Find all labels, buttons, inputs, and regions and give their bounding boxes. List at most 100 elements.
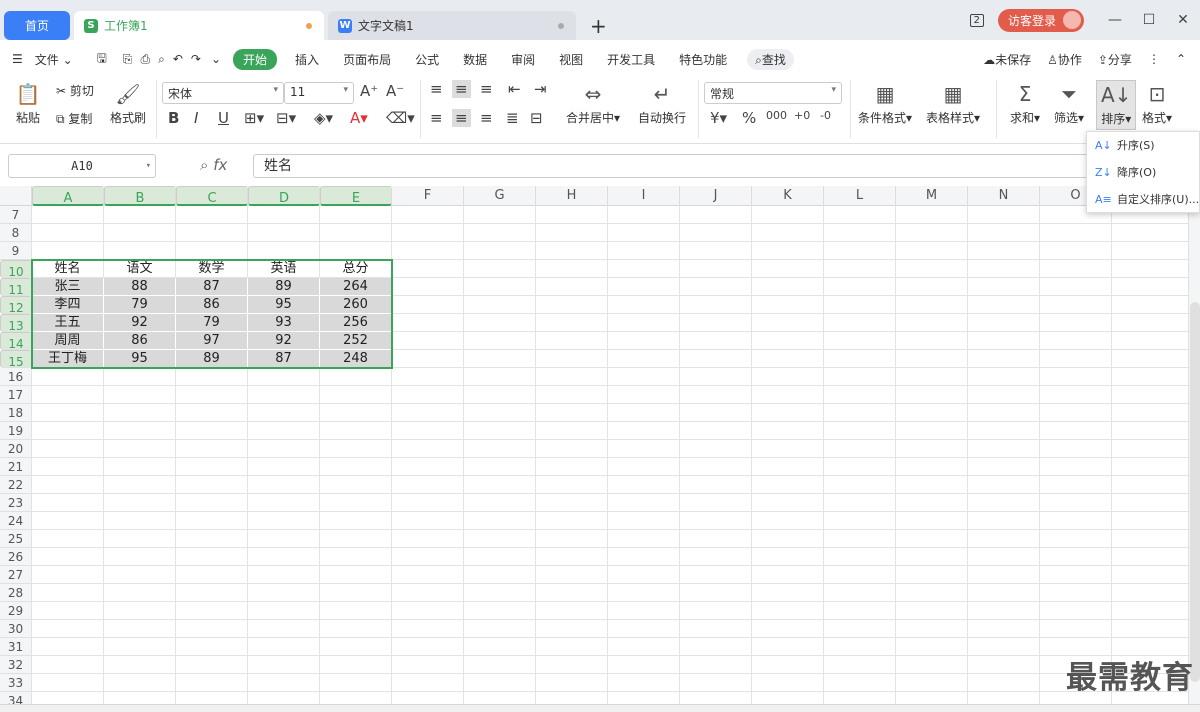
minimize-icon[interactable]: — xyxy=(1098,12,1132,28)
indent-increase-icon[interactable]: ⇥ xyxy=(534,80,547,98)
column-header-H[interactable]: H xyxy=(536,186,608,206)
fill-color-icon[interactable]: ◈▾ xyxy=(314,109,333,127)
underline-button[interactable]: U xyxy=(218,109,229,127)
row-header-13[interactable]: 13 xyxy=(0,314,32,333)
column-header-L[interactable]: L xyxy=(824,186,896,206)
table-header-cell[interactable]: 语文 xyxy=(104,260,176,278)
font-size-select[interactable]: 11 ▾ xyxy=(284,82,354,104)
unsaved-button[interactable]: ☁未保存 xyxy=(983,51,1031,68)
percent-icon[interactable]: % xyxy=(742,109,756,127)
table-cell[interactable]: 王丁梅 xyxy=(32,350,104,368)
sum-button[interactable]: Σ 求和▾ xyxy=(1010,82,1040,126)
column-header-B[interactable]: B xyxy=(104,186,176,206)
row-header-8[interactable]: 8 xyxy=(0,224,32,242)
row-header-26[interactable]: 26 xyxy=(0,548,32,566)
table-cell[interactable]: 264 xyxy=(320,278,392,296)
row-header-22[interactable]: 22 xyxy=(0,476,32,494)
border-icon[interactable]: ⊞▾ xyxy=(244,109,264,127)
table-cell[interactable]: 92 xyxy=(104,314,176,332)
justify-icon[interactable]: ≣ xyxy=(506,109,519,127)
row-header-28[interactable]: 28 xyxy=(0,584,32,602)
thousands-icon[interactable]: 000 xyxy=(766,109,787,122)
conditional-format-button[interactable]: ▦ 条件格式▾ xyxy=(858,82,912,126)
table-cell[interactable]: 248 xyxy=(320,350,392,368)
zoom-icon[interactable]: ⌕ xyxy=(200,156,208,174)
font-increase-icon[interactable]: A⁺ xyxy=(360,82,378,100)
row-header-25[interactable]: 25 xyxy=(0,530,32,548)
menu-developer[interactable]: 开发工具 xyxy=(595,51,667,68)
quick-access-dropdown-icon[interactable]: ⌄ xyxy=(205,52,227,66)
collab-button[interactable]: ♙协作 xyxy=(1047,51,1082,68)
align-right-icon[interactable]: ≡ xyxy=(480,109,493,127)
row-header-31[interactable]: 31 xyxy=(0,638,32,656)
fill-pattern-icon[interactable]: ⊟▾ xyxy=(276,109,296,127)
preview-icon[interactable]: ⌕ xyxy=(154,52,169,67)
decimal-decrease-icon[interactable]: -0 xyxy=(820,109,831,122)
bold-button[interactable]: B xyxy=(168,109,179,127)
row-header-11[interactable]: 11 xyxy=(0,278,32,297)
table-header-cell[interactable]: 姓名 xyxy=(32,260,104,278)
table-cell[interactable]: 252 xyxy=(320,332,392,350)
column-header-D[interactable]: D xyxy=(248,186,320,206)
table-cell[interactable]: 260 xyxy=(320,296,392,314)
menu-insert[interactable]: 插入 xyxy=(283,51,331,68)
table-cell[interactable]: 87 xyxy=(248,350,320,368)
menu-special[interactable]: 特色功能 xyxy=(667,51,739,68)
formula-input[interactable]: 姓名 xyxy=(253,154,1200,178)
align-left-icon[interactable]: ≡ xyxy=(430,109,443,127)
table-cell[interactable]: 79 xyxy=(176,314,248,332)
menu-page-layout[interactable]: 页面布局 xyxy=(331,51,403,68)
font-color-icon[interactable]: A▾ xyxy=(350,109,368,127)
font-select[interactable]: 宋体 ▾ xyxy=(162,82,284,104)
table-cell[interactable]: 92 xyxy=(248,332,320,350)
table-cell[interactable]: 95 xyxy=(248,296,320,314)
column-header-E[interactable]: E xyxy=(320,186,392,206)
new-tab-plus-icon[interactable]: + xyxy=(590,14,607,38)
row-header-12[interactable]: 12 xyxy=(0,296,32,315)
column-header-M[interactable]: M xyxy=(896,186,968,206)
scroll-thumb[interactable] xyxy=(1190,302,1200,682)
table-cell[interactable]: 93 xyxy=(248,314,320,332)
cut-button[interactable]: ✂ 剪切 xyxy=(56,82,94,99)
fx-icon[interactable]: fx xyxy=(213,156,227,174)
sort-descending-item[interactable]: Z↓ 降序(O) xyxy=(1087,159,1199,186)
row-header-27[interactable]: 27 xyxy=(0,566,32,584)
filter-button[interactable]: ⏷ 筛选▾ xyxy=(1054,82,1084,126)
row-header-9[interactable]: 9 xyxy=(0,242,32,260)
row-header-16[interactable]: 16 xyxy=(0,368,32,386)
menu-review[interactable]: 审阅 xyxy=(499,51,547,68)
row-header-29[interactable]: 29 xyxy=(0,602,32,620)
search-button[interactable]: ⌕查找 xyxy=(747,48,794,70)
print-icon[interactable]: ⎙ xyxy=(137,52,155,67)
row-header-24[interactable]: 24 xyxy=(0,512,32,530)
table-cell[interactable]: 256 xyxy=(320,314,392,332)
row-header-7[interactable]: 7 xyxy=(0,206,32,224)
vertical-scrollbar[interactable] xyxy=(1188,186,1200,706)
row-header-32[interactable]: 32 xyxy=(0,656,32,674)
row-header-20[interactable]: 20 xyxy=(0,440,32,458)
table-header-cell[interactable]: 数学 xyxy=(176,260,248,278)
indent-decrease-icon[interactable]: ⇤ xyxy=(508,80,521,98)
column-header-J[interactable]: J xyxy=(680,186,752,206)
table-cell[interactable]: 97 xyxy=(176,332,248,350)
screen-count-icon[interactable]: 2 xyxy=(969,13,984,27)
tab-workbook[interactable]: S 工作簿1 xyxy=(74,11,324,40)
table-cell[interactable]: 86 xyxy=(176,296,248,314)
table-cell[interactable]: 86 xyxy=(104,332,176,350)
menu-view[interactable]: 视图 xyxy=(547,51,595,68)
column-header-F[interactable]: F xyxy=(392,186,464,206)
italic-button[interactable]: I xyxy=(194,109,198,127)
undo-icon[interactable]: ↶ xyxy=(169,52,187,66)
table-cell[interactable]: 79 xyxy=(104,296,176,314)
row-header-33[interactable]: 33 xyxy=(0,674,32,692)
table-header-cell[interactable]: 总分 xyxy=(320,260,392,278)
column-header-G[interactable]: G xyxy=(464,186,536,206)
table-cell[interactable]: 王五 xyxy=(32,314,104,332)
select-all-corner[interactable] xyxy=(0,186,32,206)
custom-sort-item[interactable]: A≡ 自定义排序(U)... xyxy=(1087,186,1199,213)
sort-ascending-item[interactable]: A↓ 升序(S) xyxy=(1087,132,1199,159)
menu-file[interactable]: 文件 ⌄ xyxy=(35,51,85,68)
collapse-icon[interactable]: ⌃ xyxy=(1176,52,1186,66)
hamburger-icon[interactable]: ☰ xyxy=(0,52,35,66)
table-style-button[interactable]: ▦ 表格样式▾ xyxy=(926,82,980,126)
